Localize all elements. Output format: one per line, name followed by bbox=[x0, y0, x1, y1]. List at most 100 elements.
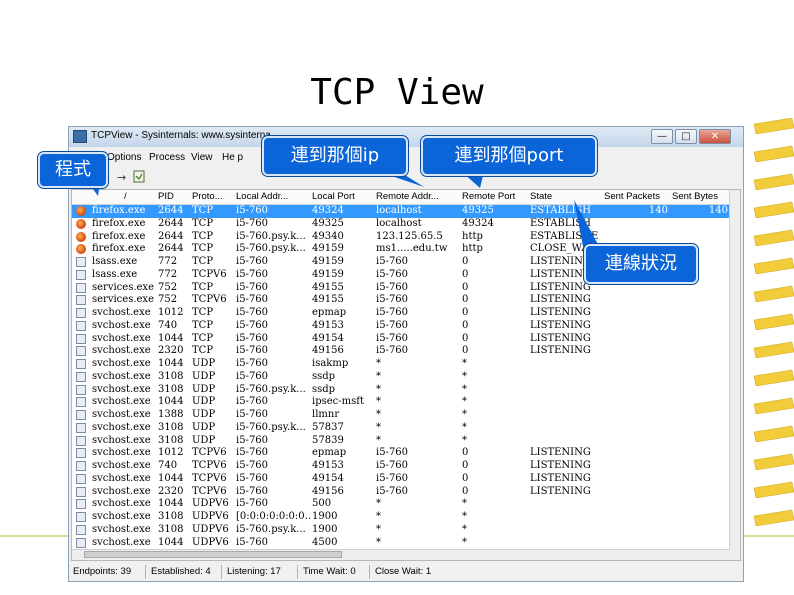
cell-proto: TCPV6 bbox=[192, 447, 227, 459]
column-header-protocol[interactable]: Proto... bbox=[192, 191, 232, 202]
table-row[interactable]: svchost.exe 1044 UDPV6 i5-760 4500 * * bbox=[72, 537, 730, 550]
table-row[interactable]: svchost.exe 3108 UDP i5-760.psy.k... ssdp * * bbox=[72, 384, 730, 397]
cell-process: svchost.exe bbox=[92, 447, 151, 459]
column-header-sent-bytes[interactable]: Sent Bytes bbox=[672, 191, 730, 202]
table-row[interactable]: svchost.exe 3108 UDPV6 [0:0:0:0:0:0:0... 190… bbox=[72, 511, 730, 524]
cell-state: LISTENING bbox=[530, 472, 591, 484]
cell-lport: 49325 bbox=[312, 217, 344, 229]
column-header-sent-packets[interactable]: Sent Packets bbox=[604, 191, 668, 202]
cell-pid: 2644 bbox=[158, 243, 184, 255]
firefox-process-icon bbox=[76, 244, 86, 255]
cell-lport: 57839 bbox=[312, 434, 344, 446]
save-document-icon[interactable] bbox=[133, 170, 145, 183]
table-row[interactable]: svchost.exe 740 TCPV6 i5-760 49153 i5-760 0 LIS… bbox=[72, 460, 730, 473]
cell-laddr: i5-760 bbox=[236, 409, 269, 420]
cell-proto: UDP bbox=[192, 358, 216, 369]
minimize-button[interactable]: — bbox=[651, 129, 673, 144]
table-row[interactable]: firefox.exe 2644 TCP i5-760.psy.k... 49340 12… bbox=[72, 231, 730, 244]
table-row[interactable]: firefox.exe 2644 TCP i5-760 49324 localhost 49… bbox=[72, 205, 730, 218]
table-row[interactable]: svchost.exe 1012 TCP i5-760 epmap i5-760 0 LIST… bbox=[72, 307, 730, 320]
cell-laddr: i5-760 bbox=[236, 498, 269, 510]
cell-proto: UDP bbox=[192, 370, 216, 382]
cell-raddr: i5-760 bbox=[376, 294, 409, 306]
cell-process: svchost.exe bbox=[92, 396, 151, 408]
table-row[interactable]: svchost.exe 3108 UDP i5-760.psy.k... 57837 * * bbox=[72, 422, 730, 435]
table-row[interactable]: services.exe 752 TCPV6 i5-760 49155 i5-760 0 LI… bbox=[72, 294, 730, 307]
menu-options[interactable]: Options bbox=[107, 152, 141, 163]
cell-rport: http bbox=[462, 230, 483, 242]
cell-rport: 0 bbox=[462, 472, 469, 484]
cell-proto: UDP bbox=[192, 434, 216, 446]
cell-process: svchost.exe bbox=[92, 511, 151, 522]
table-row[interactable]: svchost.exe 1044 TCPV6 i5-760 49154 i5-760 0 LI… bbox=[72, 473, 730, 486]
vertical-scrollbar[interactable] bbox=[729, 190, 740, 560]
application-process-icon bbox=[76, 499, 86, 510]
cell-state: LISTENING bbox=[530, 307, 591, 318]
column-header-local-address[interactable]: Local Addr... bbox=[236, 191, 304, 202]
cell-rport: 49324 bbox=[462, 217, 494, 229]
cell-laddr: i5-760 bbox=[236, 217, 269, 229]
table-row[interactable]: svchost.exe 1012 TCPV6 i5-760 epmap i5-760 0 LI… bbox=[72, 447, 730, 460]
column-header-local-port[interactable]: Local Port bbox=[312, 191, 372, 202]
cell-pid: 1044 bbox=[158, 358, 184, 369]
cell-proto: UDPV6 bbox=[192, 498, 229, 510]
cell-proto: UDP bbox=[192, 396, 216, 408]
column-header-state[interactable]: State bbox=[530, 191, 600, 202]
cell-process: svchost.exe bbox=[92, 370, 151, 382]
table-row[interactable]: svchost.exe 2320 TCPV6 i5-760 49156 i5-760 0 LI… bbox=[72, 486, 730, 499]
cell-state: LISTENING bbox=[530, 294, 591, 306]
cell-process: svchost.exe bbox=[92, 307, 151, 318]
cell-state: LISTENING bbox=[530, 460, 591, 471]
column-header-remote-port[interactable]: Remote Port bbox=[462, 191, 528, 202]
column-header-remote-address[interactable]: Remote Addr... bbox=[376, 191, 456, 202]
menu-help[interactable]: He p bbox=[222, 152, 243, 163]
cell-rport: * bbox=[462, 421, 467, 433]
table-row[interactable]: svchost.exe 1044 UDPV6 i5-760 500 * * bbox=[72, 498, 730, 511]
application-process-icon bbox=[76, 359, 86, 369]
cell-lport: 1900 bbox=[312, 511, 338, 522]
table-row[interactable]: firefox.exe 2644 TCP i5-760 49325 localhost 49… bbox=[72, 218, 730, 231]
table-row[interactable]: svchost.exe 1044 TCP i5-760 49154 i5-760 0 LIST… bbox=[72, 333, 730, 346]
cell-process: svchost.exe bbox=[92, 523, 151, 535]
cell-lport: llmnr bbox=[312, 409, 340, 420]
table-row[interactable]: svchost.exe 740 TCP i5-760 49153 i5-760 0 LISTE… bbox=[72, 320, 730, 333]
cell-pid: 2644 bbox=[158, 205, 184, 216]
cell-process: svchost.exe bbox=[92, 498, 151, 510]
close-button[interactable]: ✕ bbox=[699, 129, 731, 144]
column-header-pid[interactable]: PID bbox=[158, 191, 188, 202]
cell-raddr: * bbox=[376, 523, 381, 535]
menu-view[interactable]: View bbox=[191, 152, 213, 163]
application-process-icon bbox=[76, 282, 86, 293]
cell-process: firefox.exe bbox=[92, 205, 146, 216]
cell-process: svchost.exe bbox=[92, 319, 151, 331]
cell-pid: 3108 bbox=[158, 421, 184, 433]
table-row[interactable]: svchost.exe 2320 TCP i5-760 49156 i5-760 0 LIST… bbox=[72, 345, 730, 358]
status-bar: Endpoints: 39 Established: 4 Listening: … bbox=[69, 563, 743, 581]
table-row[interactable]: svchost.exe 3108 UDP i5-760 ssdp * * bbox=[72, 371, 730, 384]
application-process-icon bbox=[76, 269, 86, 280]
cell-state: LISTENING bbox=[530, 345, 591, 357]
cell-proto: TCPV6 bbox=[192, 485, 227, 497]
cell-rport: 0 bbox=[462, 307, 469, 318]
status-listening: Listening: 17 bbox=[227, 566, 281, 577]
cell-process: svchost.exe bbox=[92, 383, 151, 395]
cell-state: LISTENING bbox=[530, 485, 591, 497]
cell-process: firefox.exe bbox=[92, 217, 146, 229]
table-row[interactable]: svchost.exe 3108 UDP i5-760 57839 * * bbox=[72, 435, 730, 448]
table-row[interactable]: svchost.exe 1388 UDP i5-760 llmnr * * bbox=[72, 409, 730, 422]
cell-laddr: i5-760 bbox=[236, 536, 269, 548]
cell-pid: 1044 bbox=[158, 498, 184, 510]
cell-proto: TCP bbox=[192, 243, 214, 255]
refresh-arrow-icon[interactable]: → bbox=[117, 171, 126, 184]
table-row[interactable]: svchost.exe 1044 UDP i5-760 ipsec-msft * * bbox=[72, 396, 730, 409]
horizontal-scrollbar-thumb[interactable] bbox=[84, 551, 342, 558]
cell-proto: TCPV6 bbox=[192, 460, 227, 471]
menu-process[interactable]: Process bbox=[149, 152, 185, 163]
cell-lport: 49154 bbox=[312, 332, 344, 344]
maximize-button[interactable]: □ bbox=[675, 129, 697, 144]
cell-pid: 3108 bbox=[158, 434, 184, 446]
table-row[interactable]: svchost.exe 1044 UDP i5-760 isakmp * * bbox=[72, 358, 730, 371]
table-row[interactable]: svchost.exe 3108 UDPV6 i5-760.psy.k... 1900 *… bbox=[72, 524, 730, 537]
horizontal-scrollbar[interactable] bbox=[72, 549, 730, 560]
cell-lport: 49156 bbox=[312, 345, 344, 357]
